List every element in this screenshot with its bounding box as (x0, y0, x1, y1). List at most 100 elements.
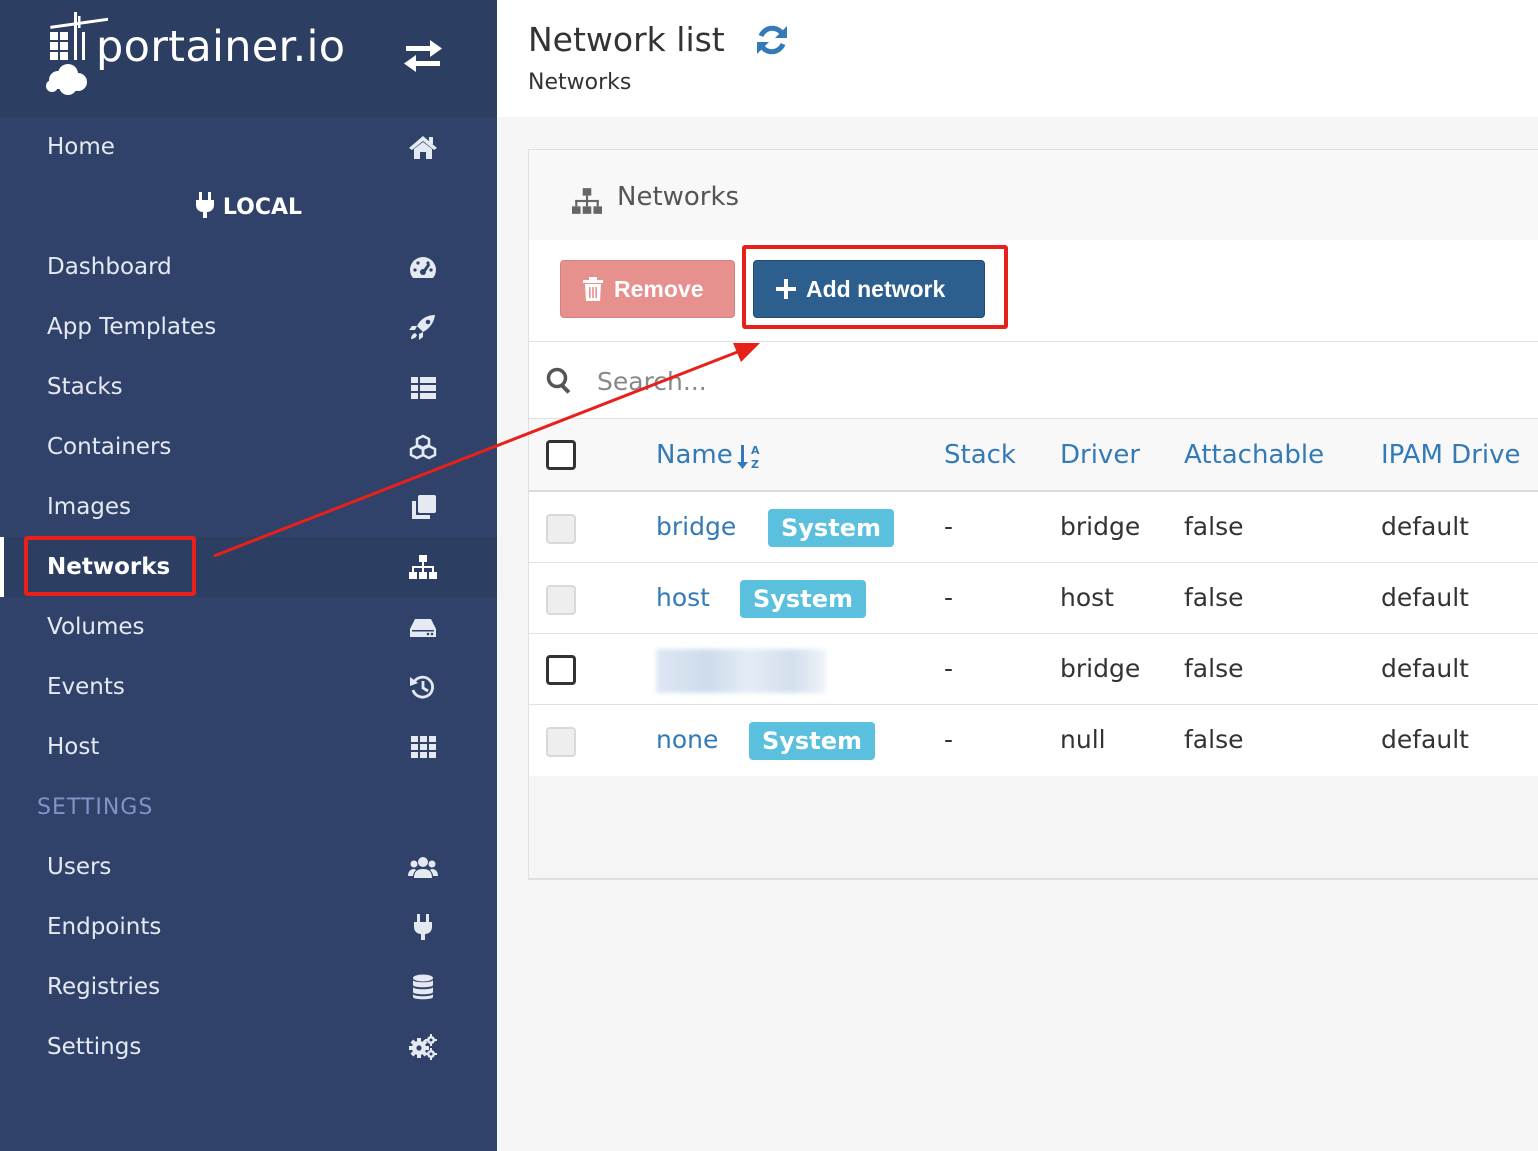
driver-cell: bridge (1060, 654, 1141, 683)
row-checkbox (546, 585, 576, 615)
brand-name: portainer.io (96, 22, 346, 72)
networks-widget: Networks Remove Add network Name A (528, 149, 1538, 880)
sidebar-item-stacks[interactable]: Stacks (0, 357, 497, 417)
sort-alpha-asc-icon: A Z (736, 444, 760, 470)
settings-heading: SETTINGS (37, 795, 154, 820)
column-header-ipam-driver[interactable]: IPAM Drive (1381, 419, 1520, 491)
network-name-link[interactable]: host (656, 563, 710, 633)
column-header-stack[interactable]: Stack (944, 419, 1016, 491)
ipam-driver-cell: default (1381, 583, 1469, 612)
sidebar-item-settings[interactable]: Settings (0, 1017, 497, 1077)
redacted-network-name[interactable] (656, 649, 826, 693)
system-badge: System (749, 722, 875, 760)
sidebar-item-label: Stacks (47, 374, 123, 400)
table-row: host System - host false default (529, 563, 1538, 634)
driver-cell: host (1060, 583, 1114, 612)
stack-cell: - (944, 512, 954, 541)
ipam-driver-cell: default (1381, 725, 1469, 754)
column-header-attachable[interactable]: Attachable (1184, 419, 1324, 491)
history-icon (410, 675, 434, 699)
exchange-icon[interactable] (402, 38, 444, 74)
endpoint-label: LOCAL (0, 180, 497, 236)
sidebar-item-images[interactable]: Images (0, 477, 497, 537)
sidebar-item-events[interactable]: Events (0, 657, 497, 717)
sidebar-item-label: Containers (47, 434, 172, 460)
th-list-icon (411, 377, 436, 399)
endpoint-name: LOCAL (222, 195, 303, 220)
network-name-link[interactable]: none (656, 705, 718, 775)
sidebar-item-label: Volumes (47, 614, 145, 640)
breadcrumb: Networks (528, 70, 632, 95)
sidebar-item-label: Events (47, 674, 125, 700)
driver-cell: null (1060, 725, 1106, 754)
hdd-icon (410, 619, 436, 637)
search-bar (529, 341, 1538, 419)
remove-button[interactable]: Remove (560, 260, 735, 318)
driver-cell: bridge (1060, 512, 1141, 541)
sidebar-item-users[interactable]: Users (0, 837, 497, 897)
sidebar-item-endpoints[interactable]: Endpoints (0, 897, 497, 957)
th-icon (411, 736, 436, 758)
trash-icon (583, 277, 603, 301)
svg-text:A: A (751, 444, 760, 457)
table-header: Name A Z Stack Driver Attachable IPAM Dr… (529, 419, 1538, 492)
ipam-driver-cell: default (1381, 512, 1469, 541)
actions-bar: Remove Add network (529, 240, 1538, 341)
ipam-driver-cell: default (1381, 654, 1469, 683)
sidebar-item-label: Registries (47, 974, 161, 1000)
home-icon (409, 136, 437, 159)
search-icon (546, 367, 571, 394)
column-header-name-label: Name (656, 440, 733, 470)
svg-text:Z: Z (751, 458, 759, 470)
sidebar-item-label: Home (47, 134, 115, 160)
select-all-checkbox[interactable] (546, 440, 576, 470)
row-checkbox[interactable] (546, 655, 576, 685)
cogs-icon (409, 1034, 437, 1060)
system-badge: System (768, 509, 894, 547)
sidebar-item-label: App Templates (47, 314, 217, 340)
table-row: bridge System - bridge false default (529, 492, 1538, 563)
stack-cell: - (944, 583, 954, 612)
row-checkbox (546, 514, 576, 544)
cubes-icon (409, 434, 437, 460)
table-row: - bridge false default (529, 634, 1538, 705)
sidebar-item-label: Endpoints (47, 914, 162, 940)
sitemap-icon (572, 188, 602, 214)
plug-icon (195, 192, 214, 218)
sidebar-item-containers[interactable]: Containers (0, 417, 497, 477)
sidebar-item-volumes[interactable]: Volumes (0, 597, 497, 657)
sidebar-item-label: Dashboard (47, 254, 172, 280)
network-name-link[interactable]: bridge (656, 492, 736, 562)
table-row: none System - null false default (529, 705, 1538, 776)
sitemap-icon (409, 555, 437, 579)
stack-cell: - (944, 654, 954, 683)
system-badge: System (740, 580, 866, 618)
clone-icon (412, 495, 436, 519)
sidebar-item-registries[interactable]: Registries (0, 957, 497, 1017)
page-title: Network list (528, 20, 725, 59)
sidebar-item-host[interactable]: Host (0, 717, 497, 777)
sidebar-item-label: Users (47, 854, 112, 880)
widget-title: Networks (617, 182, 740, 212)
attachable-cell: false (1184, 583, 1244, 612)
widget-header: Networks (529, 150, 1538, 240)
sidebar-brand: portainer.io (0, 0, 497, 117)
column-header-name[interactable]: Name A Z (656, 419, 763, 491)
sidebar-item-app-templates[interactable]: App Templates (0, 297, 497, 357)
sidebar-item-label: Images (47, 494, 132, 520)
attachable-cell: false (1184, 512, 1244, 541)
remove-button-label: Remove (614, 276, 704, 302)
refresh-icon[interactable] (754, 22, 790, 58)
page-header: Network list Networks (497, 0, 1538, 117)
users-icon (408, 857, 438, 878)
sidebar-item-home[interactable]: Home (0, 117, 497, 177)
search-input[interactable] (595, 356, 1199, 406)
sidebar-item-label: Settings (47, 1034, 142, 1060)
row-checkbox (546, 727, 576, 757)
stack-cell: - (944, 725, 954, 754)
column-header-driver[interactable]: Driver (1060, 419, 1140, 491)
attachable-cell: false (1184, 725, 1244, 754)
plug-icon (414, 914, 432, 940)
database-icon (413, 974, 433, 1000)
sidebar-item-dashboard[interactable]: Dashboard (0, 237, 497, 297)
